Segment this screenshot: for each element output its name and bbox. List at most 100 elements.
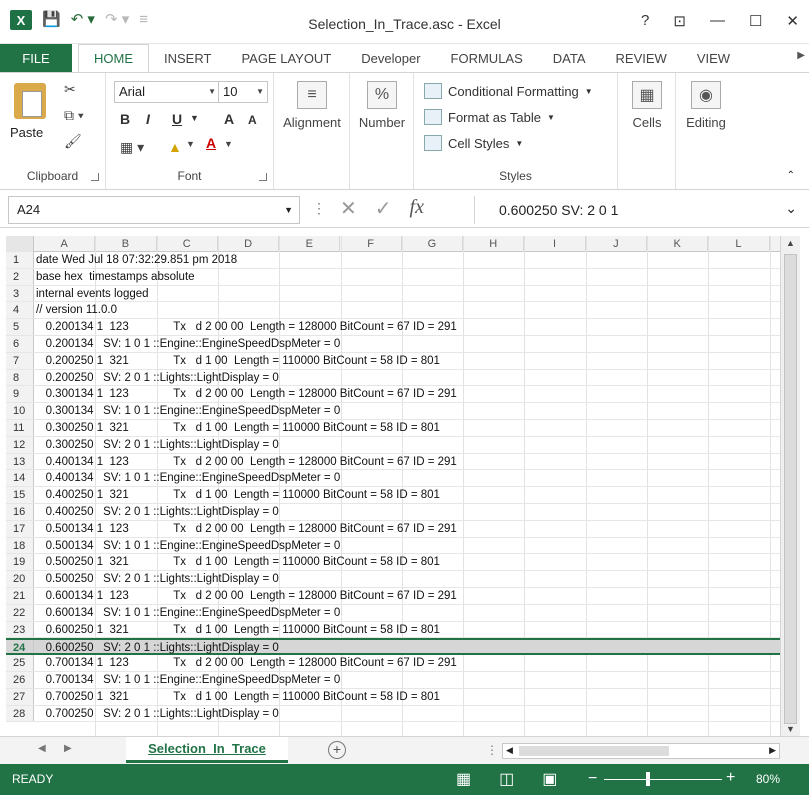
column-header[interactable]: L [708,236,770,252]
expand-formula-bar-icon[interactable]: ⌄ [785,200,797,217]
formula-input[interactable]: 0.600250 SV: 2 0 1 [474,196,774,224]
cell-styles-button[interactable]: Cell Styles ▼ [424,135,523,151]
new-sheet-button[interactable]: + [328,741,346,759]
copy-icon[interactable]: ⧉ ▾ [64,107,84,124]
row-header[interactable]: 24 [6,640,34,654]
column-header[interactable]: C [157,236,218,252]
table-row[interactable]: 2 base hex timestamps absolute [6,268,780,286]
table-row[interactable]: 15 0.400250 1 321 Tx d 1 00 Length = 110… [6,487,780,504]
cell-a[interactable]: 0.700250 1 321 Tx d 1 00 Length = 110000… [34,689,440,705]
table-row[interactable]: 1 date Wed Jul 18 07:32:29.851 pm 2018 [6,252,780,269]
cells-button[interactable]: ▦ Cells [622,81,672,130]
table-row[interactable]: 19 0.500250 1 321 Tx d 1 00 Length = 110… [6,554,780,572]
paste-button[interactable]: Paste [10,125,43,140]
cell-a[interactable]: 0.500250 1 321 Tx d 1 00 Length = 110000… [34,554,440,570]
tab-formulas[interactable]: FORMULAS [436,44,538,72]
cell-a[interactable]: 0.300250 1 321 Tx d 1 00 Length = 110000… [34,420,440,436]
cell-a[interactable]: 0.600134 1 123 Tx d 2 00 00 Length = 128… [34,588,457,604]
page-break-preview-icon[interactable]: ▣ [542,769,557,789]
zoom-level[interactable]: 80% [756,772,780,786]
underline-button[interactable]: U [172,111,182,127]
number-button[interactable]: % Number [354,81,410,130]
row-header[interactable]: 12 [6,436,34,453]
row-header[interactable]: 1 [6,252,34,268]
minimize-button[interactable]: — [710,12,725,30]
scroll-down-icon[interactable]: ▼ [786,724,795,734]
cell-a[interactable]: 0.700134 SV: 1 0 1 ::Engine::EngineSpeed… [34,672,341,688]
font-name-select[interactable]: Arial ▼ [114,81,220,103]
alignment-button[interactable]: ≡ Alignment [280,81,344,130]
cell-a[interactable]: date Wed Jul 18 07:32:29.851 pm 2018 [34,252,237,268]
row-header[interactable]: 15 [6,487,34,503]
column-header[interactable]: J [586,236,647,252]
row-header[interactable]: 7 [6,352,34,369]
paste-icon[interactable] [14,83,46,119]
vertical-scrollbar[interactable]: ▲ ▼ [780,236,800,736]
cell-a[interactable]: 0.200134 SV: 1 0 1 ::Engine::EngineSpeed… [34,336,341,352]
row-header[interactable]: 21 [6,587,34,604]
table-row[interactable]: 9 0.300134 1 123 Tx d 2 00 00 Length = 1… [6,386,780,404]
fill-color-icon[interactable]: ▲ [168,139,182,155]
cell-a[interactable]: 0.200134 1 123 Tx d 2 00 00 Length = 128… [34,319,457,335]
table-row[interactable]: 28 0.700250 SV: 2 0 1 ::Lights::LightDis… [6,705,780,723]
font-size-select[interactable]: 10 ▼ [218,81,268,103]
horizontal-scrollbar[interactable]: ◀ ▶ [502,743,780,759]
column-header[interactable]: I [524,236,586,252]
column-header[interactable]: F [341,236,402,252]
italic-button[interactable]: I [146,111,150,127]
table-row[interactable]: 23 0.600250 1 321 Tx d 1 00 Length = 110… [6,621,780,639]
close-button[interactable]: ✕ [786,12,799,30]
column-header[interactable]: H [463,236,525,252]
cell-a[interactable]: 0.300134 1 123 Tx d 2 00 00 Length = 128… [34,386,457,402]
cell-a[interactable]: 0.500134 1 123 Tx d 2 00 00 Length = 128… [34,521,457,537]
row-header[interactable]: 22 [6,604,34,621]
tab-developer[interactable]: Developer [346,44,435,72]
format-painter-icon[interactable]: 🖌 [64,133,82,150]
cell-a[interactable]: 0.400250 1 321 Tx d 1 00 Length = 110000… [34,487,440,503]
formula-bar-grip-icon[interactable]: ⋮ [312,200,326,217]
vertical-scroll-thumb[interactable] [784,254,797,724]
cell-a[interactable]: 0.400134 SV: 1 0 1 ::Engine::EngineSpeed… [34,470,341,486]
column-header[interactable]: A [34,236,96,252]
cell-a[interactable]: 0.300250 SV: 2 0 1 ::Lights::LightDispla… [34,437,279,453]
row-header[interactable]: 27 [6,688,34,705]
font-color-icon[interactable]: A [206,135,216,151]
column-header[interactable]: D [218,236,280,252]
table-row[interactable]: 6 0.200134 SV: 1 0 1 ::Engine::EngineSpe… [6,335,780,353]
zoom-slider-knob[interactable] [646,772,650,786]
row-header[interactable]: 17 [6,520,34,537]
conditional-formatting-button[interactable]: Conditional Formatting ▼ [424,83,593,99]
tab-scroll-right-icon[interactable]: ▶ [797,50,805,61]
cell-a[interactable]: 0.700134 1 123 Tx d 2 00 00 Length = 128… [34,655,457,671]
borders-icon[interactable]: ▦ ▾ [120,139,144,156]
cell-a[interactable]: 0.600250 1 321 Tx d 1 00 Length = 110000… [34,622,440,638]
cell-a[interactable]: // version 11.0.0 [34,302,117,318]
maximize-button[interactable]: ☐ [749,12,762,30]
cell-a[interactable]: 0.400134 1 123 Tx d 2 00 00 Length = 128… [34,454,457,470]
scroll-right-icon[interactable]: ▶ [769,745,776,756]
column-header[interactable]: K [647,236,709,252]
worksheet-grid[interactable]: ABCDEFGHIJKL 1 date Wed Jul 18 07:32:29.8… [6,236,780,736]
cell-a[interactable]: 0.500250 SV: 2 0 1 ::Lights::LightDispla… [34,571,279,587]
tab-file[interactable]: FILE [0,44,72,72]
scroll-up-icon[interactable]: ▲ [786,238,795,248]
cell-a[interactable]: 0.500134 SV: 1 0 1 ::Engine::EngineSpeed… [34,538,341,554]
row-header[interactable]: 25 [6,655,34,671]
font-color-dropdown-icon[interactable]: ▼ [224,139,233,149]
column-header[interactable]: E [279,236,341,252]
row-header[interactable]: 16 [6,503,34,520]
table-row[interactable]: 20 0.500250 SV: 2 0 1 ::Lights::LightDis… [6,571,780,588]
row-header[interactable]: 3 [6,285,34,302]
cell-a[interactable]: 0.400250 SV: 2 0 1 ::Lights::LightDispla… [34,504,279,520]
decrease-font-button[interactable]: A [248,113,257,127]
page-layout-view-icon[interactable]: ◫ [499,769,514,789]
table-row[interactable]: 5 0.200134 1 123 Tx d 2 00 00 Length = 1… [6,319,780,336]
name-box[interactable]: A24 ▼ [8,196,300,224]
tab-split-handle-icon[interactable]: ⋮ [486,743,498,757]
row-header[interactable]: 10 [6,403,34,419]
help-button[interactable]: ? [641,12,649,30]
sheet-tab-selection-in-trace[interactable]: Selection_In_Trace [126,737,288,763]
row-header[interactable]: 11 [6,419,34,436]
clipboard-launcher-icon[interactable] [91,173,99,181]
tab-insert[interactable]: INSERT [149,44,226,72]
